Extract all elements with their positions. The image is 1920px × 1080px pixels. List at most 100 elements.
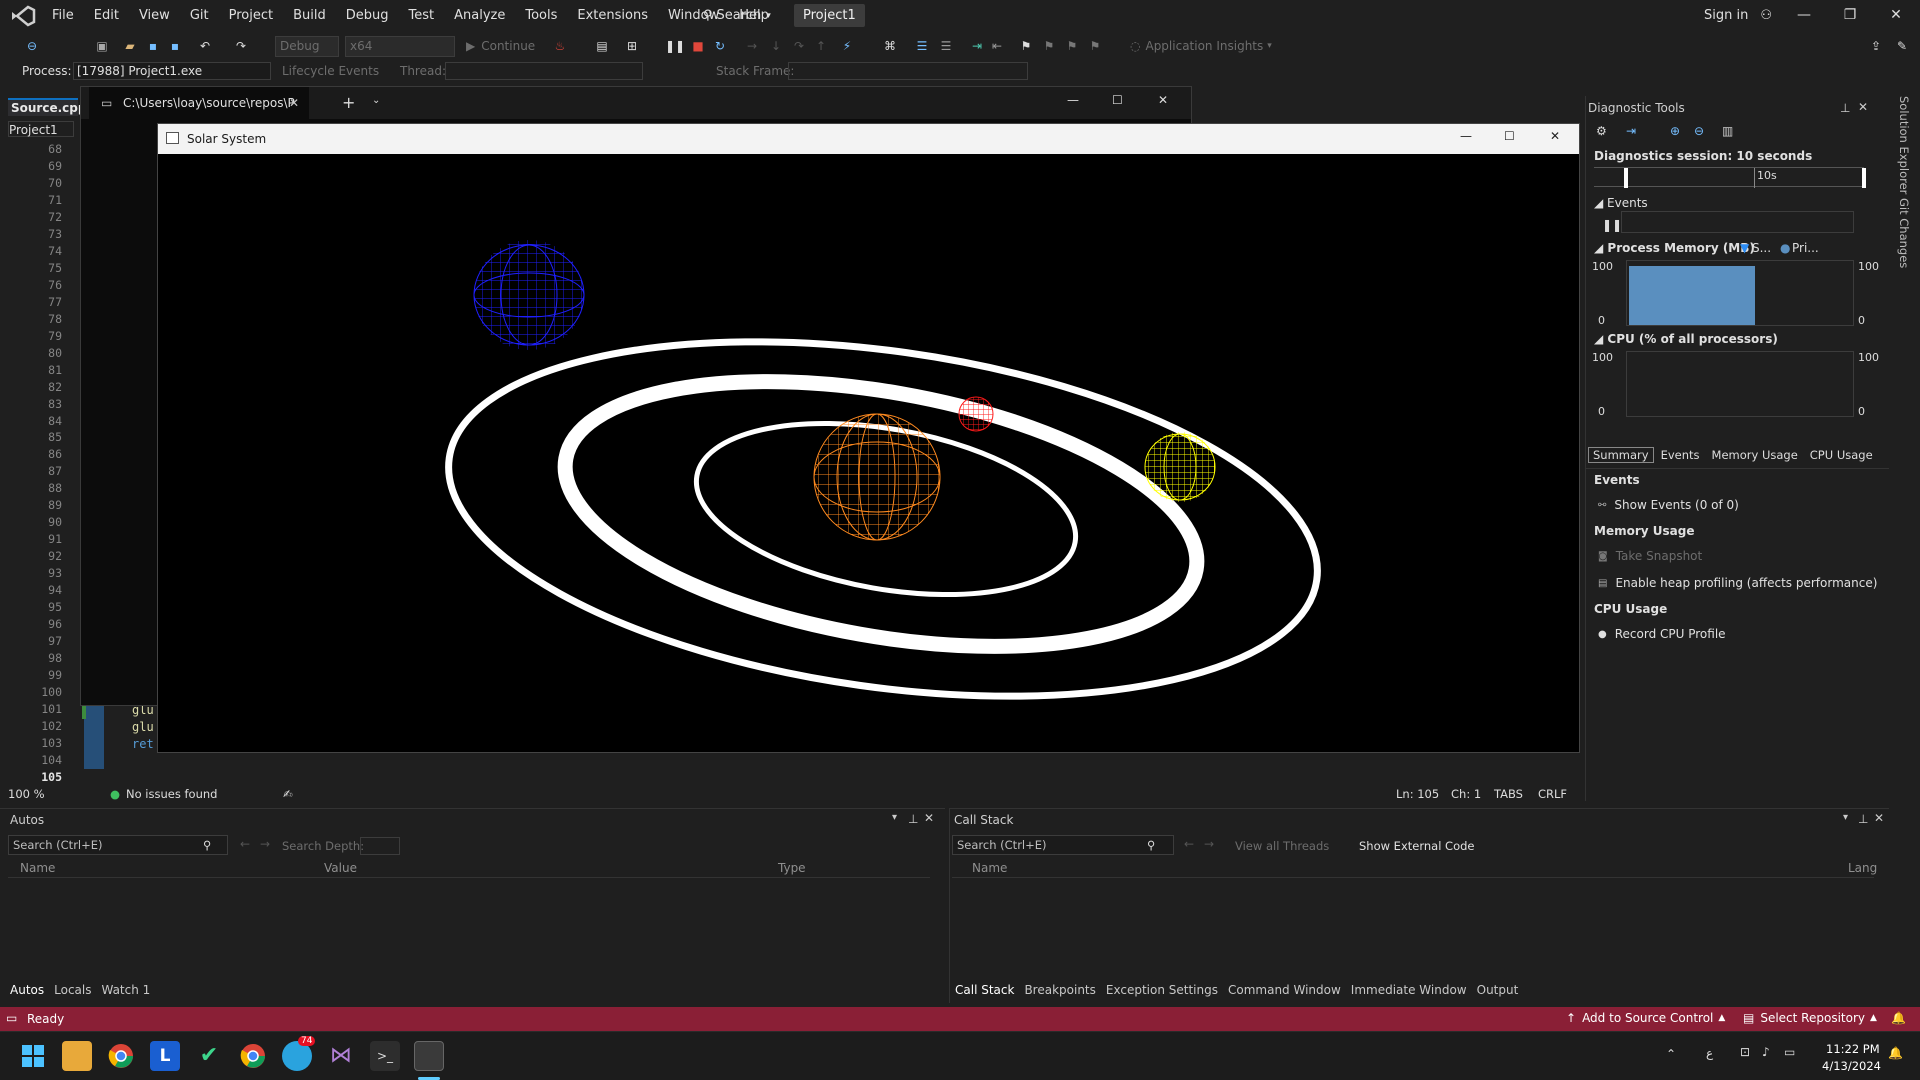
bookmark-icon[interactable]: ⚑ — [1018, 38, 1034, 54]
timeline-start-handle[interactable] — [1624, 168, 1628, 188]
solution-explorer-tab[interactable]: Solution Explorer — [1897, 96, 1911, 194]
pause-icon[interactable]: ❚❚ — [665, 38, 685, 54]
clock-time[interactable]: 11:22 PM — [1826, 1042, 1880, 1056]
output-icon[interactable]: ▭ — [6, 1011, 17, 1025]
clear-bookmarks-icon[interactable]: ⚑ — [1087, 38, 1103, 54]
close-tab-icon[interactable]: ✕ — [289, 87, 299, 119]
new-tab-icon[interactable]: + — [342, 93, 355, 112]
cpu-section-header[interactable]: ◢ CPU (% of all processors) — [1594, 332, 1778, 346]
tab-call-stack[interactable]: Call Stack — [955, 983, 1014, 997]
maximize-button[interactable]: ☐ — [1112, 93, 1123, 107]
close-button[interactable]: ✕ — [1550, 129, 1560, 143]
step-out-icon[interactable]: ↑ — [813, 38, 829, 54]
close-button[interactable]: ✕ — [1873, 0, 1919, 31]
tab-exception-settings[interactable]: Exception Settings — [1106, 983, 1218, 997]
minimize-button[interactable]: — — [1460, 129, 1472, 143]
close-icon[interactable]: ✕ — [924, 811, 934, 825]
hot-reload-icon[interactable]: ♨ — [552, 38, 568, 54]
timeline-end-handle[interactable] — [1862, 168, 1866, 188]
menu-git[interactable]: Git — [180, 0, 219, 31]
column-name[interactable]: Name — [972, 861, 1007, 875]
view-all-threads-button[interactable]: View all Threads — [1235, 839, 1329, 853]
menu-project[interactable]: Project — [219, 0, 283, 31]
menu-test[interactable]: Test — [399, 0, 445, 31]
back-nav-icon[interactable]: ⊖ — [24, 38, 40, 54]
code-map-icon[interactable]: ⌘ — [882, 38, 898, 54]
save-icon[interactable]: ▪ — [145, 38, 161, 54]
feedback-icon[interactable]: ✎ — [1894, 38, 1910, 54]
zoom-level[interactable]: 100 % — [8, 787, 45, 801]
menu-edit[interactable]: Edit — [84, 0, 129, 31]
zoom-in-icon[interactable]: ⊕ — [1670, 124, 1680, 138]
notifications-icon[interactable]: 🔔 — [1891, 1011, 1906, 1025]
record-cpu-profile-button[interactable]: ● Record CPU Profile — [1598, 627, 1726, 641]
windows-start-icon[interactable] — [18, 1041, 48, 1071]
battery-icon[interactable]: ▭ — [1784, 1045, 1795, 1059]
next-bookmark-icon[interactable]: ⚑ — [1064, 38, 1080, 54]
tab-watch-1[interactable]: Watch 1 — [101, 983, 150, 997]
export-icon[interactable]: ⇥ — [1626, 124, 1636, 138]
project-scope-select[interactable]: Project1 — [8, 121, 74, 137]
select-repository-button[interactable]: ▤ Select Repository ▲ — [1743, 1011, 1877, 1025]
toolbox-icon[interactable]: ▤ — [594, 38, 610, 54]
events-section-header[interactable]: ◢ Events — [1594, 196, 1648, 210]
column-name[interactable]: Name — [20, 861, 55, 875]
chevron-up-icon[interactable]: ⌃ — [1666, 1047, 1676, 1061]
tab-command-window[interactable]: Command Window — [1228, 983, 1341, 997]
pin-icon[interactable]: ⊥ — [1858, 812, 1868, 826]
lifecycle-events-button[interactable]: Lifecycle Events — [282, 64, 379, 78]
issues-status[interactable]: No issues found — [126, 787, 217, 801]
menu-debug[interactable]: Debug — [336, 0, 399, 31]
brush-icon[interactable]: ✍ — [283, 787, 293, 801]
git-changes-tab[interactable]: Git Changes — [1897, 198, 1911, 268]
l-app-icon[interactable]: L — [150, 1041, 180, 1071]
diagnostic-icon[interactable]: ⚡ — [839, 38, 855, 54]
configuration-select[interactable]: Debug — [275, 36, 339, 57]
call-stack-search-input[interactable]: Search (Ctrl+E) ⚲ — [952, 835, 1174, 855]
forward-arrow-icon[interactable]: → — [260, 837, 270, 851]
sign-in-button[interactable]: Sign in ⚇ — [1704, 0, 1772, 31]
open-folder-icon[interactable]: ▰ — [122, 38, 138, 54]
pin-icon[interactable]: ⊥ — [1840, 101, 1850, 115]
memory-section-header[interactable]: ◢ Process Memory (MB) — [1594, 241, 1755, 255]
tabs-indicator[interactable]: TABS — [1494, 787, 1523, 801]
undo-icon[interactable]: ↶ — [197, 38, 213, 54]
chevron-down-icon[interactable]: ▾ — [892, 812, 897, 823]
reset-view-icon[interactable]: ▥ — [1722, 124, 1733, 138]
chrome-icon[interactable] — [106, 1041, 136, 1071]
tab-events[interactable]: Events — [1656, 447, 1705, 463]
tab-cpu-usage[interactable]: CPU Usage — [1805, 447, 1878, 463]
pause-icon[interactable]: ❚❚ — [1602, 218, 1622, 232]
pin-icon[interactable]: ⊥ — [908, 812, 918, 826]
close-icon[interactable]: ✕ — [1858, 100, 1868, 114]
back-arrow-icon[interactable]: ← — [240, 837, 250, 851]
menu-build[interactable]: Build — [283, 0, 336, 31]
call-stack-scrollbar[interactable] — [1874, 867, 1886, 983]
step-over-icon[interactable]: ↷ — [791, 38, 807, 54]
tab-memory-usage[interactable]: Memory Usage — [1707, 447, 1803, 463]
column-type[interactable]: Type — [778, 861, 806, 875]
solar-app-icon[interactable] — [414, 1041, 444, 1071]
maximize-button[interactable]: ☐ — [1504, 129, 1515, 143]
prev-bookmark-icon[interactable]: ⚑ — [1041, 38, 1057, 54]
chevron-down-icon[interactable]: ⌄ — [372, 95, 380, 106]
thread-select[interactable] — [445, 62, 643, 80]
show-events-link[interactable]: ⚯ Show Events (0 of 0) — [1598, 498, 1739, 512]
tab-autos[interactable]: Autos — [10, 983, 44, 997]
restore-button[interactable]: ❐ — [1827, 0, 1873, 31]
menu-view[interactable]: View — [129, 0, 180, 31]
network-icon[interactable]: ⊡ — [1740, 1045, 1750, 1059]
tab-breakpoints[interactable]: Breakpoints — [1024, 983, 1095, 997]
autos-scrollbar[interactable] — [928, 867, 940, 983]
stack-frame-select[interactable] — [788, 62, 1028, 80]
clock-date[interactable]: 4/13/2024 — [1822, 1059, 1881, 1073]
menu-file[interactable]: File — [42, 0, 84, 31]
menu-tools[interactable]: Tools — [515, 0, 567, 31]
show-next-statement-icon[interactable]: → — [744, 38, 760, 54]
uncomment-icon[interactable]: ☰ — [938, 38, 954, 54]
tab-immediate-window[interactable]: Immediate Window — [1351, 983, 1467, 997]
visual-studio-icon[interactable]: ⋈ — [326, 1041, 356, 1071]
char-indicator[interactable]: Ch: 1 — [1451, 787, 1481, 801]
tab-summary[interactable]: Summary — [1588, 446, 1654, 463]
restart-icon[interactable]: ↻ — [712, 38, 728, 54]
